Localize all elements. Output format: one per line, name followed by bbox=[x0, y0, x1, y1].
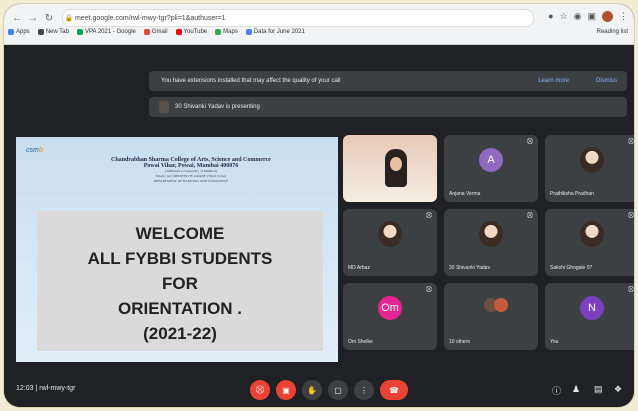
others-tile[interactable]: 10 others bbox=[444, 283, 538, 350]
info-icon[interactable]: ⓘ bbox=[552, 384, 561, 397]
participant-tile[interactable]: ⛒ Sakshi Ghogale 07 bbox=[545, 209, 634, 276]
hangup-icon: ☎ bbox=[389, 385, 399, 395]
others-avatar bbox=[494, 298, 508, 312]
mic-off-icon: ⛒ bbox=[255, 385, 265, 394]
presenting-text: 30 Shivanki Yadav is presenting bbox=[175, 104, 260, 110]
mic-off-icon: ⛒ bbox=[425, 213, 432, 219]
reading-list[interactable]: Reading list bbox=[597, 29, 628, 35]
lock-icon: 🔒 bbox=[64, 15, 74, 22]
shared-slide: csmb Chandrabhan Sharma College of Arts,… bbox=[16, 137, 338, 362]
dismiss-button[interactable]: Dismiss bbox=[596, 78, 617, 84]
puzzle-icon[interactable]: ▣ bbox=[587, 11, 596, 22]
participant-name: 30 Shivanki Yadav bbox=[449, 265, 490, 271]
participant-name: MD Arbaz bbox=[348, 265, 370, 271]
browser-nav: ← → ↻ bbox=[12, 11, 54, 25]
profile-avatar[interactable] bbox=[602, 11, 613, 22]
learn-more-link[interactable]: Learn more bbox=[538, 78, 569, 84]
college-logo: csmb bbox=[26, 147, 44, 154]
presenting-bar: 30 Shivanki Yadav is presenting bbox=[149, 97, 627, 117]
activities-icon[interactable]: ❖ bbox=[614, 384, 622, 395]
welcome-text: WELCOME ALL FYBBI STUDENTS FOR ORIENTATI… bbox=[37, 221, 323, 346]
mic-off-icon: ⛒ bbox=[526, 139, 533, 145]
participant-tile[interactable]: ⛒ Prathiksha Pradhan bbox=[545, 135, 634, 202]
clock-time: 12:03 bbox=[16, 385, 34, 392]
participant-tile[interactable]: ⛒ MD Arbaz bbox=[343, 209, 437, 276]
bookmark-new-tab[interactable]: New Tab bbox=[37, 29, 69, 35]
meeting-info: 12:03 | rwl-mwy-tgr bbox=[16, 385, 76, 392]
chat-icon[interactable]: ▤ bbox=[594, 384, 603, 395]
leave-call-button[interactable]: ☎ bbox=[380, 380, 408, 400]
welcome-line: (2021-22) bbox=[143, 324, 217, 343]
welcome-box: WELCOME ALL FYBBI STUDENTS FOR ORIENTATI… bbox=[37, 211, 323, 351]
reload-icon[interactable]: ↻ bbox=[44, 13, 54, 24]
url-text: meet.google.com/rwl-mwy-tgr?pli=1&authus… bbox=[75, 14, 226, 22]
self-name: You bbox=[550, 339, 559, 345]
welcome-line: FOR bbox=[162, 274, 198, 293]
bookmark-youtube[interactable]: YouTube bbox=[175, 29, 207, 35]
mic-off-icon: ⛒ bbox=[526, 213, 533, 219]
participant-avatar: Om bbox=[378, 296, 402, 320]
address-bar[interactable]: 🔒 meet.google.com/rwl-mwy-tgr?pli=1&auth… bbox=[62, 9, 534, 27]
bookmark-vpa[interactable]: VPA 2021 - Google bbox=[76, 29, 136, 35]
banner-text: You have extensions installed that may a… bbox=[161, 78, 341, 84]
meeting-code: rwl-mwy-tgr bbox=[39, 385, 76, 392]
meeting-control-bar: 12:03 | rwl-mwy-tgr ⛒ ▣ ✋ ▢ ⋮ ☎ ⓘ ♟ ▤ ❖ bbox=[4, 375, 634, 407]
participant-photo bbox=[580, 221, 604, 247]
mic-off-icon: ⛒ bbox=[627, 139, 634, 145]
bookmark-maps[interactable]: Maps bbox=[215, 29, 238, 35]
extensions-icon[interactable]: ◉ bbox=[574, 11, 582, 22]
camera-off-icon: ▣ bbox=[282, 385, 290, 395]
bookmarks-bar: Apps New Tab VPA 2021 - Google Gmail You… bbox=[8, 29, 305, 35]
star-icon[interactable]: ☆ bbox=[560, 11, 568, 22]
back-icon[interactable]: ← bbox=[12, 13, 22, 24]
others-count: 10 others bbox=[449, 339, 470, 345]
meet-stage: You have extensions installed that may a… bbox=[4, 45, 634, 407]
participant-name: Sakshi Ghogale 07 bbox=[550, 265, 593, 271]
participant-tile[interactable]: ⛒ 30 Shivanki Yadav bbox=[444, 209, 538, 276]
browser-toolbar-icons: ● ☆ ◉ ▣ ⋮ bbox=[548, 11, 628, 22]
mic-off-icon: ⛒ bbox=[627, 213, 634, 219]
participant-photo bbox=[580, 147, 604, 173]
hand-icon: ✋ bbox=[307, 385, 317, 395]
participant-video bbox=[343, 135, 437, 202]
participant-name: Om Shelke bbox=[348, 339, 373, 345]
participant-photo bbox=[479, 221, 503, 247]
menu-icon[interactable]: ⋮ bbox=[619, 11, 628, 22]
bookmark-apps[interactable]: Apps bbox=[8, 29, 30, 35]
participant-photo bbox=[378, 221, 402, 247]
person-face bbox=[390, 157, 402, 171]
extensions-banner: You have extensions installed that may a… bbox=[149, 71, 627, 91]
welcome-line: ORIENTATION . bbox=[117, 299, 243, 318]
bookmark-data[interactable]: Data for June 2021 bbox=[245, 29, 305, 35]
participant-avatar: A bbox=[479, 148, 503, 172]
participant-tile[interactable] bbox=[343, 135, 437, 202]
participant-tile[interactable]: ⛒ A Anjana Verma bbox=[444, 135, 538, 202]
forward-icon[interactable]: → bbox=[28, 13, 38, 24]
department-text: DEPARTMENT OF BANKING AND INSURANCE bbox=[153, 179, 229, 183]
microphone-button[interactable]: ⛒ bbox=[250, 380, 270, 400]
participant-tile[interactable]: ⛒ Om Om Shelke bbox=[343, 283, 437, 350]
screenshot-frame: ← → ↻ 🔒 meet.google.com/rwl-mwy-tgr?pli=… bbox=[4, 4, 634, 407]
mic-off-icon: ⛒ bbox=[627, 287, 634, 293]
welcome-line: ALL FYBBI STUDENTS bbox=[87, 249, 273, 268]
raise-hand-button[interactable]: ✋ bbox=[302, 380, 322, 400]
install-icon[interactable]: ● bbox=[548, 11, 553, 22]
camera-button[interactable]: ▣ bbox=[276, 380, 296, 400]
self-tile[interactable]: ⛒ N You bbox=[545, 283, 634, 350]
browser-chrome: ← → ↻ 🔒 meet.google.com/rwl-mwy-tgr?pli=… bbox=[4, 4, 634, 45]
self-avatar: N bbox=[580, 296, 604, 320]
more-options-button[interactable]: ⋮ bbox=[354, 380, 374, 400]
mic-off-icon: ⛒ bbox=[425, 287, 432, 293]
more-icon: ⋮ bbox=[360, 385, 368, 395]
welcome-line: WELCOME bbox=[135, 224, 225, 243]
present-icon: ▢ bbox=[334, 385, 342, 395]
present-button[interactable]: ▢ bbox=[328, 380, 348, 400]
people-icon[interactable]: ♟ bbox=[572, 384, 580, 395]
participant-name: Anjana Verma bbox=[449, 191, 481, 197]
presenter-thumbnail bbox=[159, 101, 169, 113]
participant-name: Prathiksha Pradhan bbox=[550, 191, 594, 197]
slide-header: Chandrabhan Sharma College of Arts, Scie… bbox=[76, 157, 306, 184]
bookmark-gmail[interactable]: Gmail bbox=[143, 29, 168, 35]
